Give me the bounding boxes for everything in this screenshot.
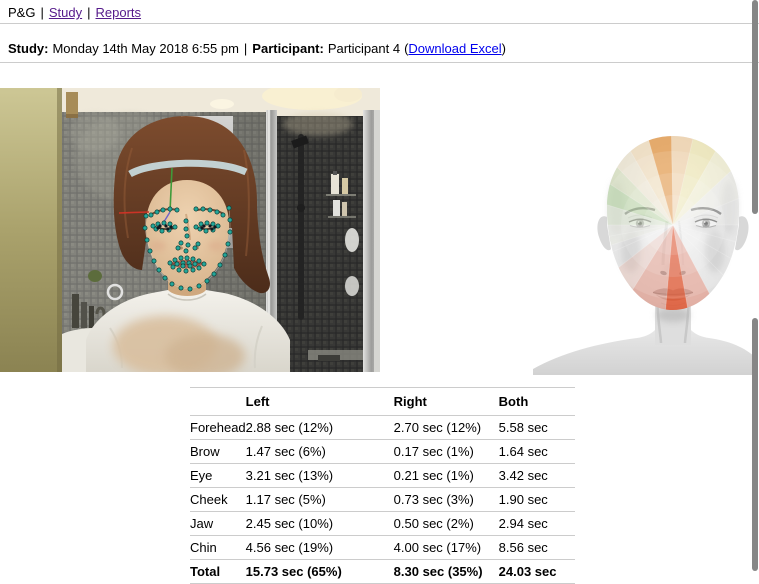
table-row-forehead: Forehead2.88 sec (12%)2.70 sec (12%)5.58…	[190, 416, 575, 440]
cell-right: 2.70 sec (12%)	[394, 416, 499, 440]
table-row-cheek: Cheek1.17 sec (5%)0.73 sec (3%)1.90 sec	[190, 488, 575, 512]
download-excel-link[interactable]: Download Excel	[408, 41, 501, 56]
study-label: Study:	[8, 41, 48, 56]
table-row-eye: Eye3.21 sec (13%)0.21 sec (1%)3.42 sec	[190, 464, 575, 488]
cell-left: 4.56 sec (19%)	[246, 536, 394, 560]
table-header-row: Left Right Both	[190, 388, 575, 416]
nav-separator: |	[87, 5, 90, 20]
table-row-chin: Chin4.56 sec (19%)4.00 sec (17%)8.56 sec	[190, 536, 575, 560]
cell-right: 0.50 sec (2%)	[394, 512, 499, 536]
tracking-horizontal-axis-line	[119, 212, 149, 213]
cell-both: 8.56 sec	[499, 536, 575, 560]
info-separator: |	[244, 41, 247, 56]
reports-link[interactable]: Reports	[96, 5, 142, 20]
cell-region: Eye	[190, 464, 246, 488]
cell-left: 1.17 sec (5%)	[246, 488, 394, 512]
header-right: Right	[394, 388, 499, 416]
cell-region: Chin	[190, 536, 246, 560]
cell-right: 0.21 sec (1%)	[394, 464, 499, 488]
study-value: Monday 14th May 2018 6:55 pm	[52, 41, 238, 56]
cell-both: 1.90 sec	[499, 488, 575, 512]
table-row-brow: Brow1.47 sec (6%)0.17 sec (1%)1.64 sec	[190, 440, 575, 464]
brand-label: P&G	[8, 5, 35, 20]
table-row-jaw: Jaw2.45 sec (10%)0.50 sec (2%)2.94 sec	[190, 512, 575, 536]
cell-left: 2.45 sec (10%)	[246, 512, 394, 536]
header-both: Both	[499, 388, 575, 416]
webcam-image	[0, 88, 380, 372]
participant-value: Participant 4	[328, 41, 400, 56]
cell-region: Forehead	[190, 416, 246, 440]
cell-left: 2.88 sec (12%)	[246, 416, 394, 440]
cell-right: 0.17 sec (1%)	[394, 440, 499, 464]
results-table: Left Right Both Forehead2.88 sec (12%)2.…	[190, 387, 575, 584]
cell-right: 4.00 sec (17%)	[394, 536, 499, 560]
cell-both: 5.58 sec	[499, 416, 575, 440]
top-nav: P&G | Study | Reports	[0, 0, 759, 24]
cell-right: 0.73 sec (3%)	[394, 488, 499, 512]
cell-both: 2.94 sec	[499, 512, 575, 536]
cell-region: Brow	[190, 440, 246, 464]
study-link[interactable]: Study	[49, 5, 82, 20]
header-left: Left	[246, 388, 394, 416]
study-info-bar: Study: Monday 14th May 2018 6:55 pm | Parti…	[0, 24, 759, 63]
header-region	[190, 388, 246, 416]
scrollbar-thumb-top[interactable]	[752, 0, 758, 214]
nav-separator: |	[40, 5, 43, 20]
cell-both: 3.42 sec	[499, 464, 575, 488]
cell-both: 1.64 sec	[499, 440, 575, 464]
scrollbar-thumb-bottom[interactable]	[752, 318, 758, 571]
cell-left: 3.21 sec (13%)	[246, 464, 394, 488]
cell-region: Cheek	[190, 488, 246, 512]
close-paren: )	[502, 41, 506, 56]
face-heatmap-image	[533, 113, 757, 375]
cell-left: 1.47 sec (6%)	[246, 440, 394, 464]
cell-region: Jaw	[190, 512, 246, 536]
participant-label: Participant:	[252, 41, 324, 56]
